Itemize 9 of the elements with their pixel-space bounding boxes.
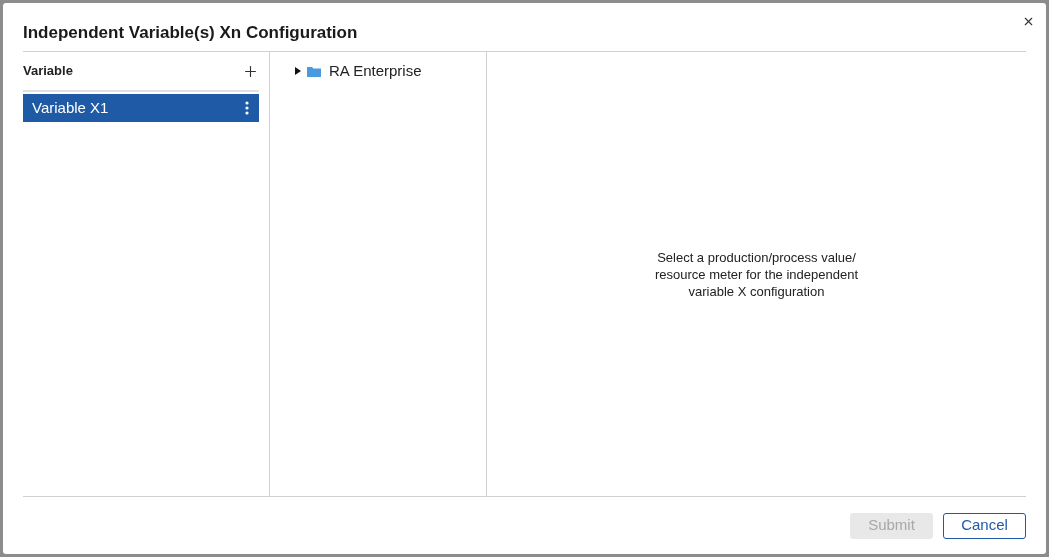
dialog-title: Independent Variable(s) Xn Configuration xyxy=(23,21,358,44)
folder-icon xyxy=(307,65,321,77)
cancel-button[interactable]: Cancel xyxy=(943,512,1026,539)
tree-item[interactable]: RA Enterprise xyxy=(295,62,486,80)
more-icon[interactable] xyxy=(245,101,249,115)
variable-item[interactable]: Variable X1 xyxy=(23,94,259,122)
variable-heading: Variable xyxy=(23,62,73,81)
empty-state-message: Select a production/process value/ resource meter for the independent variable X configuration xyxy=(653,248,860,300)
expand-arrow-icon[interactable] xyxy=(295,67,301,75)
